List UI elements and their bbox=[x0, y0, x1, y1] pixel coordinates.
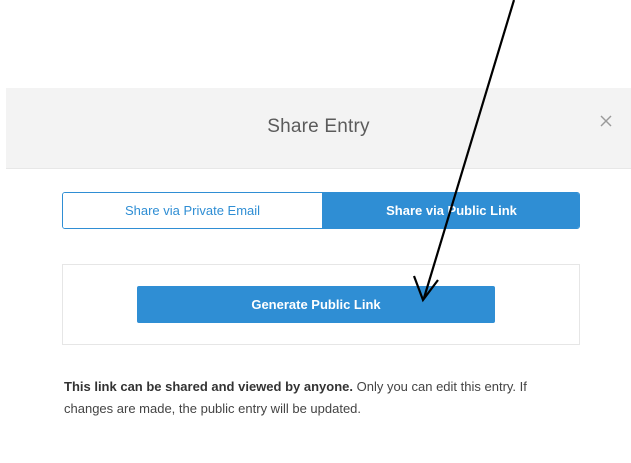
modal-title: Share Entry bbox=[267, 116, 370, 137]
modal-header: Share Entry bbox=[6, 88, 631, 169]
public-link-panel: Generate Public Link bbox=[62, 264, 580, 345]
note-bold-text: This link can be shared and viewed by an… bbox=[64, 379, 353, 394]
public-link-note: This link can be shared and viewed by an… bbox=[64, 376, 574, 420]
screenshot-stage: Share Entry Share via Private Email Shar… bbox=[0, 0, 631, 463]
tab-share-via-private-email[interactable]: Share via Private Email bbox=[63, 193, 322, 228]
tab-share-via-public-link[interactable]: Share via Public Link bbox=[322, 193, 579, 228]
share-mode-tabs: Share via Private Email Share via Public… bbox=[62, 192, 580, 229]
generate-public-link-button[interactable]: Generate Public Link bbox=[137, 286, 495, 323]
share-entry-modal: Share Entry Share via Private Email Shar… bbox=[6, 88, 631, 460]
close-icon[interactable] bbox=[598, 113, 614, 129]
